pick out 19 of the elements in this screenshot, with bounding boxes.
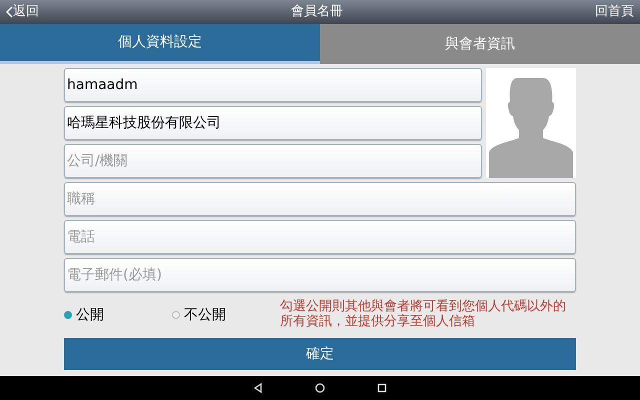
back-link[interactable]: 返回: [6, 2, 39, 22]
confirm-button[interactable]: 確定: [64, 338, 576, 370]
input-field[interactable]: 電子郵件(必填): [64, 258, 576, 292]
input-field[interactable]: 公司/機關: [64, 144, 482, 178]
input-field[interactable]: 電話: [64, 220, 576, 254]
back-triangle-icon[interactable]: [253, 383, 263, 393]
recents-square-icon[interactable]: [377, 383, 387, 393]
home-link[interactable]: 回首頁: [595, 2, 634, 22]
radio-option[interactable]: 不公開: [172, 304, 280, 326]
input-field[interactable]: hamaadm: [64, 68, 482, 102]
tab[interactable]: 與會者資訊: [320, 24, 640, 64]
page-title: 會員名冊: [291, 3, 343, 22]
input-field[interactable]: 職稱: [64, 182, 576, 216]
chevron-left-icon: [6, 6, 13, 18]
radio-option[interactable]: 公開: [64, 304, 172, 326]
privacy-note: 勾選公開則其他與會者將可看到您個人代碼以外的所有資訊，並提供分享至個人信箱: [280, 300, 567, 330]
input-field[interactable]: 哈瑪星科技股份有限公司: [64, 106, 482, 140]
home-circle-icon[interactable]: [315, 383, 325, 393]
tab[interactable]: 個人資料設定: [0, 24, 320, 64]
